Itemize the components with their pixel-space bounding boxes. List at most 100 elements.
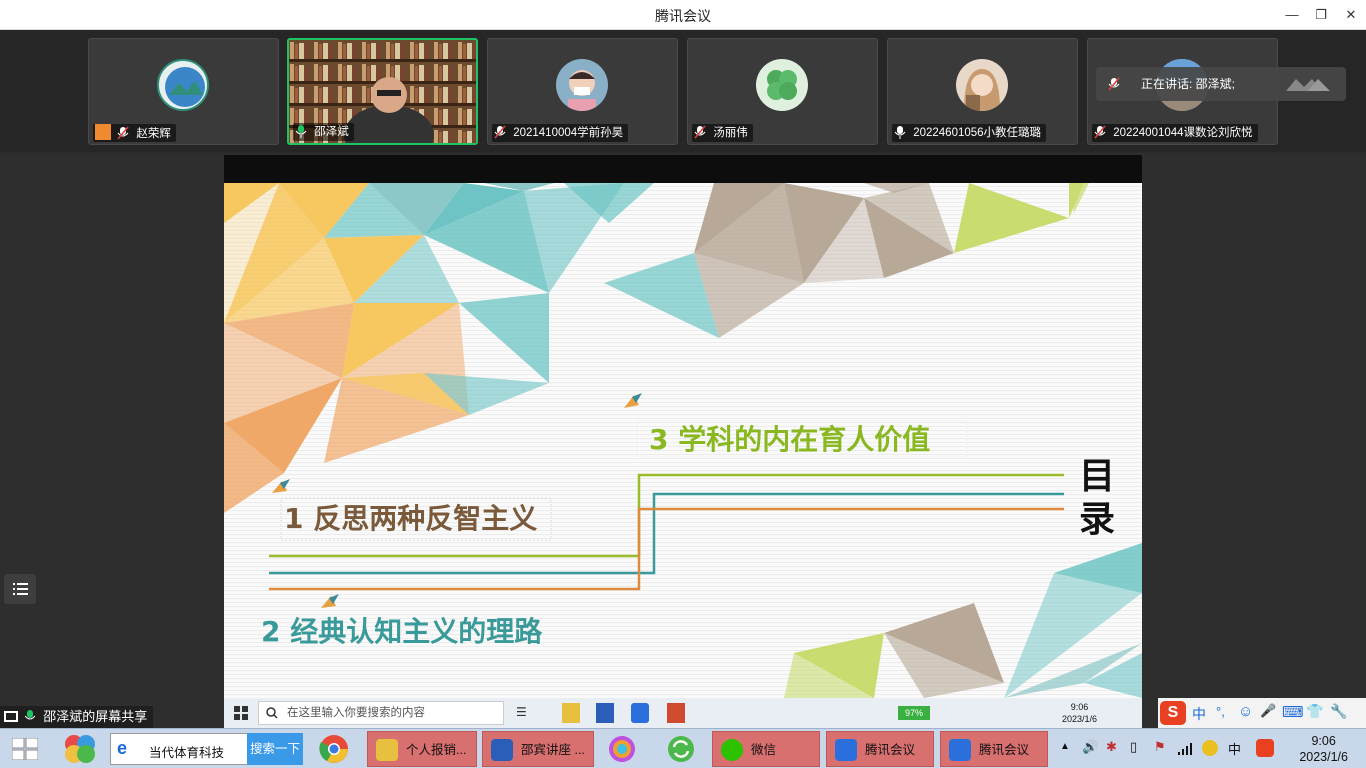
avatar <box>157 59 209 111</box>
battery-indicator: 97% <box>898 706 930 720</box>
title-bar: 腾讯会议 — ❐ ✕ <box>0 0 1366 30</box>
word-icon <box>596 703 614 723</box>
ie-text: 当代体育科技 <box>149 746 225 760</box>
folder-icon <box>376 739 398 761</box>
list-icon <box>13 583 28 595</box>
search-icon <box>266 707 278 719</box>
taskbar-window-label: 腾讯会议 <box>979 743 1030 757</box>
mic-on-icon <box>24 710 36 720</box>
participant-tile[interactable]: 2021410004学前孙昊 <box>487 38 678 145</box>
share-label-text: 邵泽斌的屏幕共享 <box>43 709 148 724</box>
pinwheel-icon[interactable] <box>64 734 96 764</box>
slide-item-1: 1 反思两种反智主义 <box>284 502 537 535</box>
mic-muted-icon[interactable] <box>1094 125 1106 139</box>
slide-canvas: 3 学科的内在育人价值 1 反思两种反智主义 2 经典认知主义的理路 目 录 <box>224 183 1142 698</box>
tencent-meeting-icon <box>949 739 971 761</box>
restore-button[interactable]: ❐ <box>1309 5 1333 25</box>
participant-name: 2021410004学前孙昊 <box>513 127 624 139</box>
tencent-meeting-icon <box>631 703 649 723</box>
mic-muted-icon[interactable] <box>117 126 129 140</box>
volume-icon[interactable]: 🔊 <box>1082 739 1098 755</box>
taskbar-window-label: 腾讯会议 <box>865 743 916 757</box>
photos-icon[interactable] <box>606 734 638 764</box>
device-icon[interactable]: ▯ <box>1130 739 1137 755</box>
taskbar-window-label: 微信 <box>751 743 777 757</box>
slide-heading-part2: 录 <box>1079 499 1115 540</box>
network-icon[interactable] <box>1178 743 1194 755</box>
chrome-icon[interactable] <box>318 734 350 764</box>
mic-muted-icon <box>1108 77 1120 91</box>
screen-share-label: 邵泽斌的屏幕共享 <box>0 706 154 728</box>
taskbar: e 当代体育科技 搜索一下 个人报销... 邵宾讲座 ... 微信 腾讯会议 腾… <box>0 728 1366 768</box>
speaking-indicator: 正在讲话: 邵泽斌; <box>1096 67 1346 101</box>
slide-item-3: 3 学科的内在育人价值 <box>649 423 930 456</box>
plus-icon[interactable] <box>1202 740 1218 756</box>
antivirus-icon[interactable]: ✱ <box>1106 739 1117 755</box>
flag-icon[interactable]: ⚑ <box>1154 739 1166 755</box>
close-button[interactable]: ✕ <box>1339 5 1363 25</box>
tencent-meeting-icon <box>835 739 857 761</box>
minimize-button[interactable]: — <box>1280 5 1304 25</box>
ime-punctuation[interactable]: °, <box>1216 704 1225 719</box>
share-icon <box>4 711 18 722</box>
slide-heading-part1: 目 <box>1079 456 1115 497</box>
ime-chinese-mode[interactable]: 中 <box>1192 704 1206 724</box>
inner-date: 2023/1/6 <box>1062 714 1098 724</box>
clock[interactable]: 9:06 2023/1/6 <box>1299 733 1348 765</box>
participant-name: 邵泽斌 <box>314 126 349 138</box>
wechat-icon <box>721 739 743 761</box>
slide-top-bar <box>224 155 1142 183</box>
mic-on-icon[interactable] <box>894 125 906 139</box>
taskbar-window[interactable]: 邵宾讲座 ... <box>482 731 594 767</box>
avatar <box>756 59 808 111</box>
toolbox-icon[interactable]: 🔧 <box>1330 703 1347 720</box>
taskbar-window[interactable]: 个人报销... <box>367 731 477 767</box>
participant-tile-active[interactable]: 邵泽斌 <box>287 38 478 145</box>
participant-name: 汤丽伟 <box>713 127 748 139</box>
clock-time: 9:06 <box>1311 734 1336 748</box>
participant-tile[interactable]: 20224601056小教任璐璐 <box>887 38 1078 145</box>
emoji-icon[interactable]: ☺ <box>1238 703 1253 720</box>
mic-muted-icon[interactable] <box>494 125 506 139</box>
mic-muted-icon[interactable] <box>694 125 706 139</box>
sogou-icon[interactable]: S <box>1160 701 1186 725</box>
participant-name: 20224001044课数论刘欣悦 <box>1113 127 1253 139</box>
sogou-tray-icon[interactable] <box>1256 739 1274 757</box>
presentation-slide: 3 学科的内在育人价值 1 反思两种反智主义 2 经典认知主义的理路 目 录 <box>224 155 1142 698</box>
search-input: 在这里输入你要搜索的内容 <box>258 701 504 725</box>
window-title: 腾讯会议 <box>655 8 711 24</box>
menu-button[interactable] <box>4 574 36 604</box>
participant-name: 20224601056小教任璐璐 <box>913 127 1042 139</box>
shared-screen-taskbar: 在这里输入你要搜索的内容 ☰ 97% 9:06 2023/1/6 <box>224 698 1142 728</box>
sync-icon[interactable] <box>665 734 697 764</box>
taskbar-window[interactable]: 腾讯会议 <box>826 731 934 767</box>
powerpoint-icon <box>667 703 685 723</box>
skin-icon[interactable]: 👕 <box>1306 703 1323 720</box>
task-view-icon: ☰ <box>516 705 527 719</box>
windows-icon <box>234 706 248 720</box>
search-button[interactable]: 搜索一下 <box>247 733 303 765</box>
ie-address-bar[interactable]: e 当代体育科技 <box>110 733 248 765</box>
participant-name: 赵荣辉 <box>136 128 171 140</box>
avatar <box>556 59 608 111</box>
mic-on-icon[interactable] <box>295 124 307 138</box>
slide-item-2: 2 经典认知主义的理路 <box>261 615 543 648</box>
ie-icon: e <box>117 738 128 758</box>
taskbar-window-label: 个人报销... <box>406 743 467 757</box>
user-icon <box>95 124 111 140</box>
participant-tile[interactable]: 赵荣辉 <box>88 38 279 145</box>
taskbar-window[interactable]: 微信 <box>712 731 820 767</box>
ime-toolbar: S 中 °, ☺ 🎤 ⌨ 👕 🔧 <box>1158 698 1366 728</box>
taskbar-window-label: 邵宾讲座 ... <box>521 743 585 757</box>
keyboard-icon[interactable]: ⌨ <box>1282 703 1304 721</box>
clock-date: 2023/1/6 <box>1299 750 1348 764</box>
taskbar-window[interactable]: 腾讯会议 <box>940 731 1048 767</box>
voice-icon[interactable]: 🎤 <box>1260 703 1276 719</box>
participant-tile[interactable]: 汤丽伟 <box>687 38 878 145</box>
input-language[interactable]: 中 <box>1228 739 1241 758</box>
file-explorer-icon <box>562 703 580 723</box>
inner-clock: 9:06 2023/1/6 <box>1062 701 1097 725</box>
start-icon[interactable] <box>12 738 38 760</box>
word-icon <box>491 739 513 761</box>
tray-expand-icon[interactable]: ▲ <box>1060 741 1070 752</box>
